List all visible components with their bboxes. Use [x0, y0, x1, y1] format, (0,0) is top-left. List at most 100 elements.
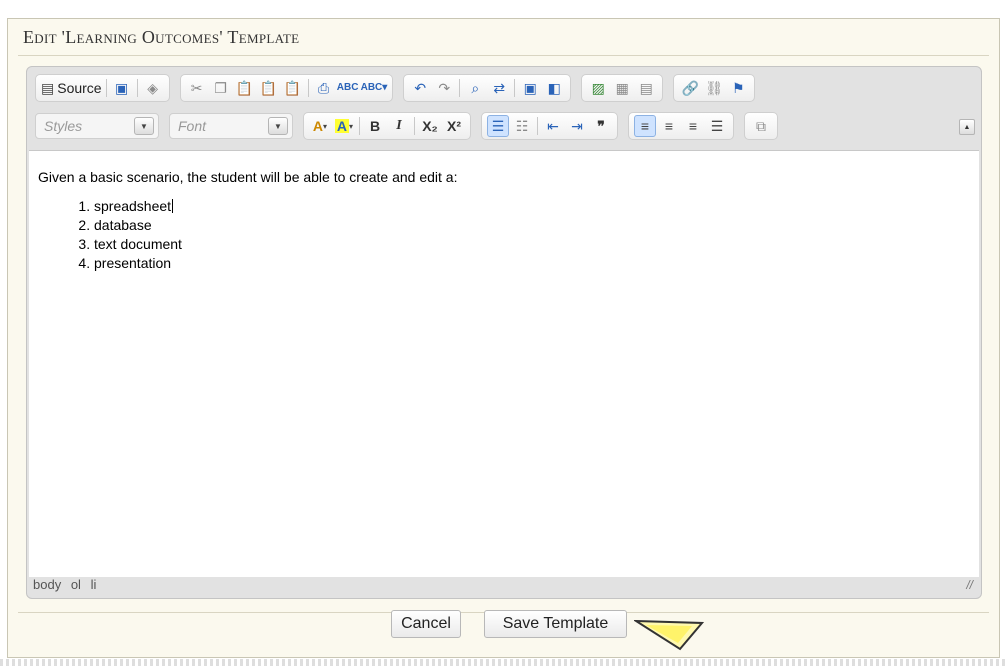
paste-text-button[interactable]: 📋 — [258, 77, 280, 99]
resize-grip-icon[interactable]: // — [966, 578, 973, 592]
justify-button[interactable]: ☰ — [706, 115, 728, 137]
bg-color-button[interactable]: A ▾ — [333, 115, 355, 137]
toolbar-group-document: ▤ Source ▣ ◈ — [35, 74, 170, 102]
toolbar-group-format: A ▾ A ▾ B I X₂ X² — [303, 112, 471, 140]
intro-paragraph: Given a basic scenario, the student will… — [38, 169, 458, 185]
toolbar-group-links: 🔗 ⛓ ⚑ — [673, 74, 756, 102]
toolbar-separator — [537, 117, 538, 135]
redo-button[interactable]: ↷ — [433, 77, 455, 99]
source-button[interactable]: ▤ Source — [41, 77, 102, 99]
paste-button[interactable]: 📋 — [234, 77, 256, 99]
path-li[interactable]: li — [91, 577, 97, 592]
paste-word-button[interactable]: 📋 — [282, 77, 304, 99]
numbered-list-icon: ☰ — [491, 118, 505, 134]
horizontal-rule-icon: ▤ — [639, 80, 653, 96]
chevron-down-icon: ▼ — [268, 117, 288, 135]
image-icon: ▨ — [591, 80, 605, 96]
element-path-bar: body ol li // — [29, 577, 979, 596]
preview-icon: ⧉ — [756, 118, 766, 134]
select-all-button[interactable]: ▣ — [519, 77, 541, 99]
styles-dropdown[interactable]: Styles ▼ — [35, 113, 159, 139]
copy-button[interactable]: ❐ — [210, 77, 232, 99]
text-color-button[interactable]: A ▾ — [309, 115, 331, 137]
blockquote-button[interactable]: ❞ — [590, 115, 612, 137]
copy-icon: ❐ — [214, 80, 227, 96]
align-right-button[interactable]: ≡ — [682, 115, 704, 137]
pointer-arrow-icon — [634, 619, 704, 651]
dialog-title: Edit 'Learning Outcomes' Template — [23, 27, 300, 47]
text-color-icon: A — [312, 118, 324, 134]
toolbar-row-2: Styles ▼ Font ▼ A ▾ A ▾ B I X₂ X² ☰ ☷ ⇤ … — [35, 111, 788, 141]
unlink-button[interactable]: ⛓ — [703, 77, 725, 99]
spellcheck-icon: ABC — [336, 82, 359, 93]
styles-placeholder: Styles — [44, 118, 83, 134]
align-center-button[interactable]: ≡ — [658, 115, 680, 137]
unlink-icon: ⛓ — [705, 80, 724, 96]
select-all-icon: ▣ — [523, 80, 537, 96]
cancel-button[interactable]: Cancel — [391, 610, 461, 638]
align-left-icon: ≡ — [640, 118, 650, 134]
toolbar-separator — [514, 79, 516, 97]
toolbar-separator — [414, 117, 415, 135]
save-template-button[interactable]: Save Template — [484, 610, 627, 638]
anchor-flag-icon: ⚑ — [732, 80, 745, 96]
bulleted-list-button[interactable]: ☷ — [511, 115, 533, 137]
font-dropdown[interactable]: Font ▼ — [169, 113, 293, 139]
toolbar-group-preview: ⧉ — [744, 112, 778, 140]
text-caret — [172, 199, 174, 213]
outdent-icon: ⇤ — [547, 118, 559, 134]
table-button[interactable]: ▦ — [611, 77, 633, 99]
align-center-icon: ≡ — [664, 118, 674, 134]
horizontal-rule-button[interactable]: ▤ — [635, 77, 657, 99]
anchor-button[interactable]: ⚑ — [727, 77, 749, 99]
toolbar-collapse-button[interactable]: ▲ — [959, 119, 975, 135]
subscript-button[interactable]: X₂ — [419, 115, 441, 137]
list-item: database — [94, 216, 979, 235]
preview-button[interactable]: ⧉ — [750, 115, 772, 137]
print-icon: ⎙ — [317, 80, 330, 96]
path-ol[interactable]: ol — [71, 577, 81, 592]
superscript-button[interactable]: X² — [443, 115, 465, 137]
font-placeholder: Font — [178, 118, 207, 134]
justify-icon: ☰ — [710, 118, 724, 134]
indent-button[interactable]: ⇥ — [566, 115, 588, 137]
list-item: text document — [94, 235, 979, 254]
toolbar-separator — [105, 79, 107, 97]
italic-button[interactable]: I — [388, 115, 410, 137]
templates-icon: ◈ — [147, 80, 158, 96]
toolbar-separator — [136, 79, 138, 97]
table-icon: ▦ — [615, 80, 629, 96]
spellcheck-as-you-type-icon: ABC▾ — [360, 82, 388, 93]
cut-icon: ✂ — [190, 80, 203, 96]
spellcheck-button[interactable]: ABC — [337, 77, 359, 99]
toolbar-separator — [307, 79, 309, 97]
chevron-down-icon: ▾ — [323, 121, 328, 131]
bulleted-list-icon: ☷ — [515, 118, 529, 134]
bold-button[interactable]: B — [364, 115, 386, 137]
undo-button[interactable]: ↶ — [409, 77, 431, 99]
indent-icon: ⇥ — [571, 118, 583, 134]
spellcheck-menu-button[interactable]: ABC▾ — [361, 77, 388, 99]
templates-button[interactable]: ◈ — [142, 77, 164, 99]
top-cropped-area — [0, 0, 1007, 10]
save-icon-button[interactable]: ▣ — [111, 77, 133, 99]
replace-button[interactable]: ⇄ — [488, 77, 510, 99]
find-button[interactable]: ⌕ — [464, 77, 486, 99]
rich-text-editor: ▤ Source ▣ ◈ ✂ ❐ 📋 📋 📋 ⎙ ABC ABC▾ ↶ ↷ ⌕ … — [26, 66, 982, 599]
align-right-icon: ≡ — [688, 118, 698, 134]
path-body[interactable]: body — [33, 577, 61, 592]
toolbar-separator — [359, 117, 360, 135]
remove-format-button[interactable]: ◧ — [543, 77, 565, 99]
link-icon: 🔗 — [681, 80, 699, 96]
image-button[interactable]: ▨ — [587, 77, 609, 99]
align-left-button[interactable]: ≡ — [634, 115, 656, 137]
numbered-list-button[interactable]: ☰ — [487, 115, 509, 137]
print-button[interactable]: ⎙ — [313, 77, 335, 99]
list-item: presentation — [94, 254, 979, 273]
editor-content-area[interactable]: Given a basic scenario, the student will… — [29, 150, 979, 577]
toolbar-row-1: ▤ Source ▣ ◈ ✂ ❐ 📋 📋 📋 ⎙ ABC ABC▾ ↶ ↷ ⌕ … — [35, 73, 765, 103]
chevron-down-icon: ▾ — [349, 121, 354, 131]
outdent-button[interactable]: ⇤ — [542, 115, 564, 137]
cut-button[interactable]: ✂ — [186, 77, 208, 99]
link-button[interactable]: 🔗 — [679, 77, 701, 99]
